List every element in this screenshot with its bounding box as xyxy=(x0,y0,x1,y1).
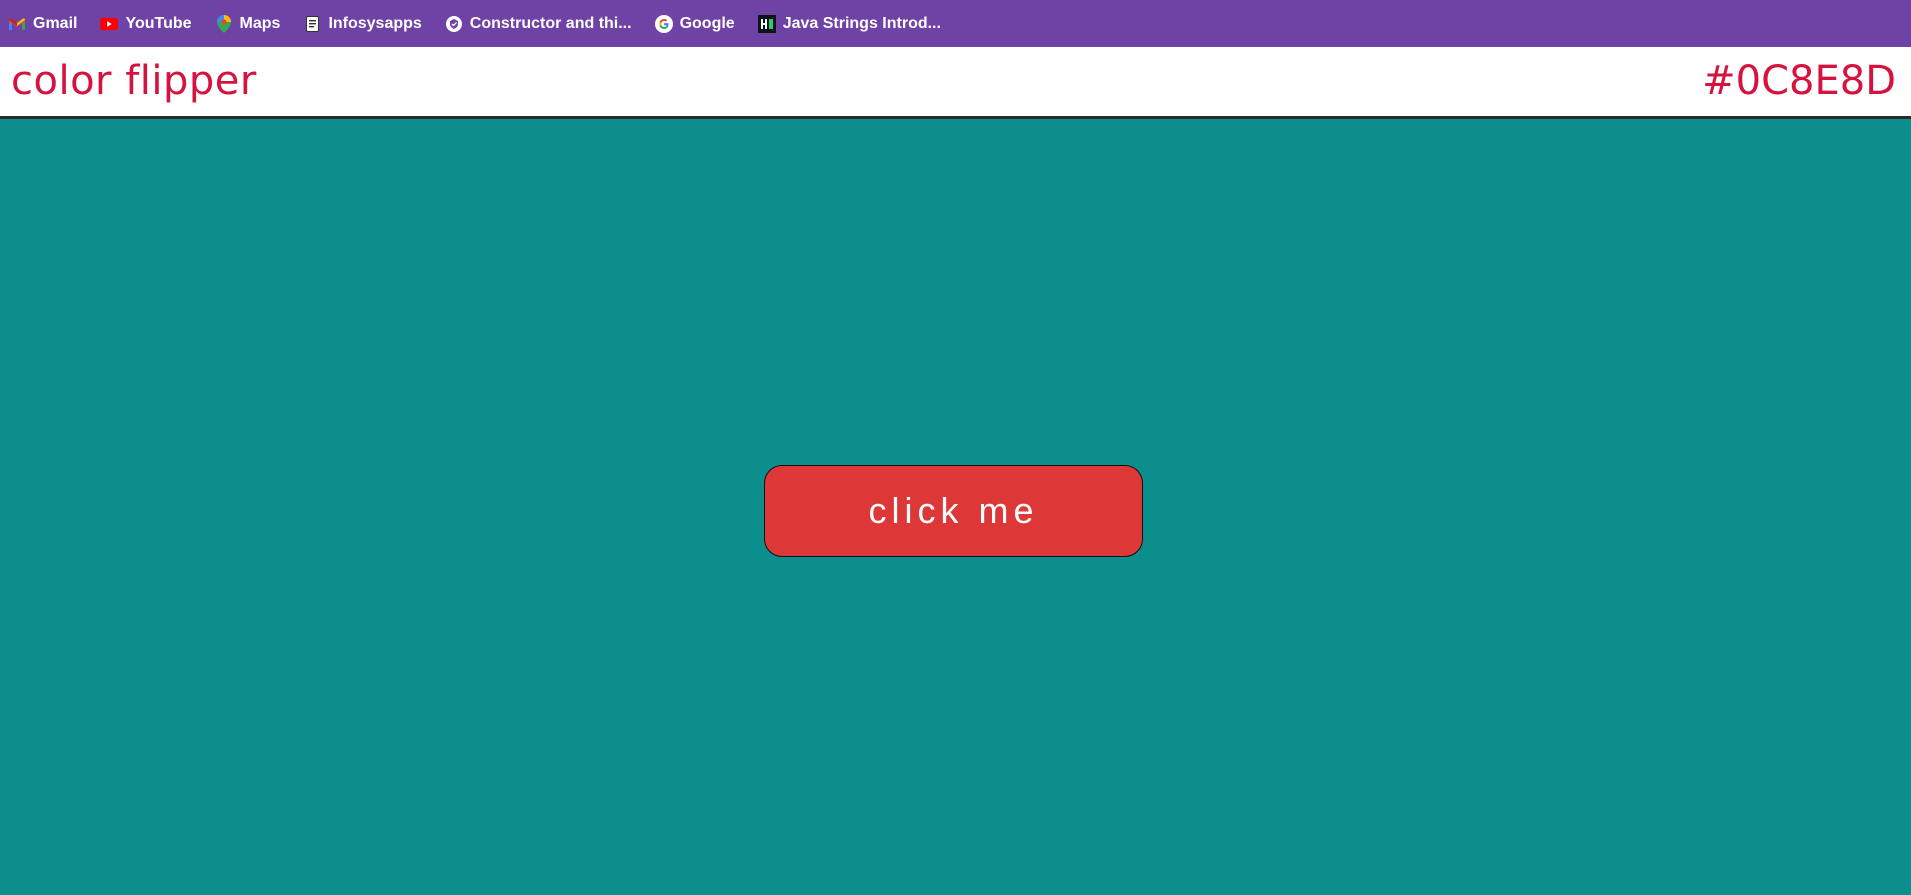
shield-icon xyxy=(445,15,463,33)
app-header: color flipper #0C8E8D xyxy=(0,47,1911,119)
bookmark-gmail[interactable]: Gmail xyxy=(8,9,87,39)
youtube-icon xyxy=(100,15,119,33)
bookmark-youtube[interactable]: YouTube xyxy=(100,9,201,39)
color-display-area: click me xyxy=(0,119,1911,895)
google-icon xyxy=(654,14,673,33)
bookmark-maps[interactable]: Maps xyxy=(215,9,291,39)
gmail-icon xyxy=(8,15,26,33)
bookmark-java-strings[interactable]: Java Strings Introd... xyxy=(757,9,951,39)
bookmark-label: Infosysapps xyxy=(328,14,422,32)
document-icon xyxy=(303,15,321,33)
page-title: color flipper xyxy=(11,58,257,104)
bookmark-label: Constructor and thi... xyxy=(469,14,632,32)
maps-icon xyxy=(215,14,233,33)
bookmark-constructor[interactable]: Constructor and thi... xyxy=(445,9,642,39)
bookmark-label: YouTube xyxy=(125,14,192,32)
bookmark-label: Google xyxy=(679,14,735,32)
bookmarks-bar: Gmail YouTube Maps Infosysapps Construct… xyxy=(0,0,1911,47)
bookmark-label: Gmail xyxy=(33,14,78,32)
flip-color-button[interactable]: click me xyxy=(764,465,1143,557)
hackerrank-icon xyxy=(757,14,776,33)
bookmark-label: Java Strings Introd... xyxy=(782,14,941,32)
bookmark-infosysapps[interactable]: Infosysapps xyxy=(303,9,431,39)
color-code-label: #0C8E8D xyxy=(1702,58,1896,104)
bookmark-google[interactable]: Google xyxy=(654,9,745,39)
bookmark-label: Maps xyxy=(239,14,281,32)
